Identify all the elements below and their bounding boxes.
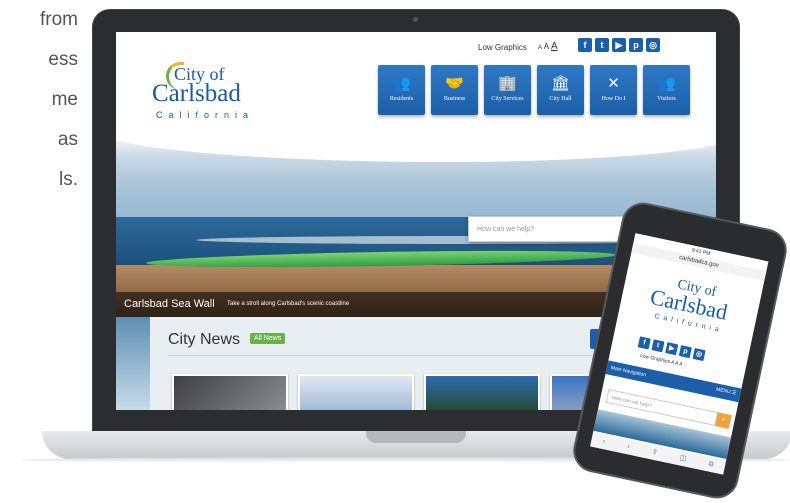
marketing-line: from (40, 9, 78, 30)
forward-icon[interactable]: › (626, 440, 631, 454)
phone-screen: 9:41 PM carlsbadca.gov City of Carlsbad … (590, 233, 769, 475)
instagram-icon[interactable]: ◎ (646, 38, 660, 52)
news-side-image (116, 317, 150, 410)
text-size-small[interactable]: A (538, 45, 542, 51)
instagram-icon[interactable]: ◎ (692, 348, 706, 362)
text-size-controls[interactable]: A A A (538, 41, 558, 52)
columns-icon: 🏛 (550, 75, 571, 92)
marketing-line: ess (48, 49, 78, 70)
handshake-icon: 🤝 (445, 75, 464, 92)
nav-how-do-i-button[interactable]: ✕ How Do I (590, 65, 637, 115)
laptop-notch (366, 431, 466, 443)
nav-business-button[interactable]: 🤝 Business (431, 65, 478, 115)
news-heading: City News (168, 331, 241, 348)
nav-label: Residents (389, 96, 414, 102)
nav-city-hall-button[interactable]: 🏛 City Hall (537, 65, 584, 115)
hero-caption-title[interactable]: Carlsbad Sea Wall (124, 298, 215, 310)
phone-city-logo[interactable]: City of Carlsbad California (639, 271, 740, 348)
twitter-icon[interactable]: t (651, 339, 665, 353)
building-icon: 🏢 (498, 75, 517, 92)
nav-label: City Services (491, 96, 524, 102)
marketing-line: me (51, 89, 78, 110)
facebook-icon[interactable]: f (637, 336, 651, 350)
tools-icon: ✕ (607, 75, 620, 92)
laptop-camera (413, 17, 418, 22)
logo-carlsbad: Carlsbad (152, 80, 241, 107)
tabs-icon[interactable]: ⧉ (707, 458, 715, 473)
people-icon: 👥 (392, 75, 411, 92)
nav-city-services-button[interactable]: 🏢 City Services (484, 65, 531, 115)
hero-caption-subtitle: Take a stroll along Carlsbad's scenic co… (227, 301, 350, 307)
search-placeholder: How can we help? (611, 394, 653, 410)
news-thumbnail[interactable] (172, 374, 288, 410)
stage: from ess me as ls. Low Graphics A A A f … (0, 0, 790, 503)
share-icon[interactable]: ⇪ (650, 446, 659, 461)
menu-button[interactable]: MENU ☰ (715, 386, 736, 396)
search-icon[interactable]: ⌕ (715, 412, 732, 429)
city-logo[interactable]: City of Carlsbad California (152, 62, 252, 124)
text-size-controls: A A A (670, 359, 684, 368)
group-icon: 👥 (657, 75, 676, 92)
utility-bar: Low Graphics A A A f t ▶ p ◎ (116, 32, 716, 58)
marketing-line: ls. (59, 169, 78, 190)
logo-california: California (156, 110, 255, 120)
low-graphics-link[interactable]: Low Graphics (478, 43, 527, 52)
social-links: f t ▶ p ◎ (578, 38, 660, 52)
youtube-icon[interactable]: ▶ (612, 38, 626, 52)
facebook-icon[interactable]: f (578, 38, 592, 52)
main-navigation-label: Main Navigation (610, 365, 647, 379)
bookmarks-icon[interactable]: ◫ (678, 451, 687, 466)
nav-label: Business (443, 96, 466, 102)
twitter-icon[interactable]: t (595, 38, 609, 52)
nav-residents-button[interactable]: 👥 Residents (378, 65, 425, 115)
news-thumbnail[interactable] (424, 374, 540, 410)
nav-label: How Do I (601, 96, 626, 102)
nav-visitors-button[interactable]: 👥 Visitors (643, 65, 690, 115)
text-size-large[interactable]: A (551, 41, 558, 52)
pinterest-icon[interactable]: p (629, 38, 643, 52)
search-placeholder: How can we help? (477, 226, 535, 233)
marketing-line: as (57, 129, 78, 150)
main-nav: 👥 Residents 🤝 Business 🏢 City Services 🏛… (378, 65, 690, 115)
marketing-text: from ess me as ls. (0, 0, 80, 200)
youtube-icon[interactable]: ▶ (665, 342, 679, 356)
pinterest-icon[interactable]: p (678, 345, 692, 359)
back-icon[interactable]: ‹ (601, 435, 606, 449)
text-size-medium[interactable]: A (544, 42, 549, 51)
nav-label: Visitors (657, 96, 676, 102)
nav-label: City Hall (549, 96, 572, 102)
low-graphics-label: Low Graphics (639, 352, 671, 366)
news-thumbnail[interactable] (298, 374, 414, 410)
all-news-button[interactable]: All News (250, 333, 286, 344)
